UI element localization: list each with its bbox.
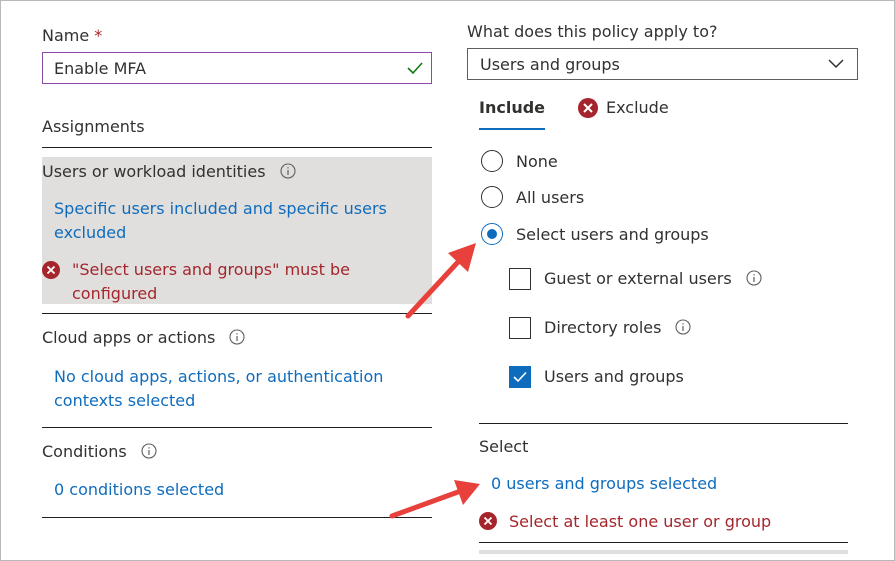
assignments-divider: [42, 147, 432, 148]
required-mark: *: [94, 26, 103, 45]
checkbox-directory-roles-label: Directory roles: [544, 318, 692, 337]
bottom-divider: [479, 542, 848, 543]
checkmark-icon: [513, 371, 527, 383]
checkbox-guest-label: Guest or external users: [544, 269, 762, 288]
conditions-label: Conditions: [42, 442, 157, 461]
info-icon[interactable]: [746, 270, 762, 286]
cloud-apps-label: Cloud apps or actions: [42, 328, 245, 347]
select-users-link[interactable]: 0 users and groups selected: [491, 472, 717, 496]
radio-all-users[interactable]: [481, 186, 503, 208]
info-icon[interactable]: [675, 319, 692, 335]
info-icon[interactable]: [229, 329, 245, 345]
select-error-message: Select at least one user or group: [509, 512, 772, 531]
radio-none-label: None: [516, 152, 558, 171]
radio-none[interactable]: [481, 150, 503, 172]
users-summary-link[interactable]: Specific users included and specific use…: [54, 197, 414, 245]
users-label: Users or workload identities: [42, 162, 296, 181]
policy-question: What does this policy apply to?: [467, 22, 718, 41]
name-label: Name *: [42, 26, 103, 45]
dropdown-value: Users and groups: [480, 55, 620, 74]
cloud-apps-summary-link[interactable]: No cloud apps, actions, or authenticatio…: [54, 365, 404, 413]
scroll-shadow: [479, 550, 848, 554]
checkbox-users-and-groups-label: Users and groups: [544, 367, 684, 386]
error-icon: [578, 98, 598, 118]
users-section-highlight[interactable]: Users or workload identities Specific us…: [42, 157, 432, 304]
error-icon: [479, 512, 497, 530]
conditions-summary-link[interactable]: 0 conditions selected: [54, 478, 224, 502]
tab-include[interactable]: Include: [479, 97, 545, 131]
assignments-heading: Assignments: [42, 117, 145, 136]
checkbox-guest-external-users[interactable]: [509, 268, 531, 290]
users-error-message: "Select users and groups" must be config…: [72, 260, 350, 303]
select-section-divider: [479, 423, 848, 424]
name-input[interactable]: Enable MFA: [42, 52, 432, 84]
checkmark-icon: [407, 62, 423, 75]
name-input-value: Enable MFA: [54, 59, 147, 78]
tab-active-indicator: [479, 128, 545, 130]
radio-select-users-label: Select users and groups: [516, 225, 709, 244]
error-icon: [42, 261, 60, 279]
apply-to-dropdown[interactable]: Users and groups: [467, 48, 858, 80]
radio-all-users-label: All users: [516, 188, 585, 207]
select-label: Select: [479, 437, 529, 456]
chevron-down-icon: [828, 59, 844, 69]
info-icon[interactable]: [279, 163, 296, 179]
conditions-divider: [42, 517, 432, 518]
radio-select-users-and-groups[interactable]: [481, 223, 503, 245]
cloud-apps-divider: [42, 427, 432, 428]
users-divider: [42, 313, 432, 314]
checkbox-users-and-groups[interactable]: [509, 366, 531, 388]
info-icon[interactable]: [141, 443, 157, 459]
checkbox-directory-roles[interactable]: [509, 317, 531, 339]
